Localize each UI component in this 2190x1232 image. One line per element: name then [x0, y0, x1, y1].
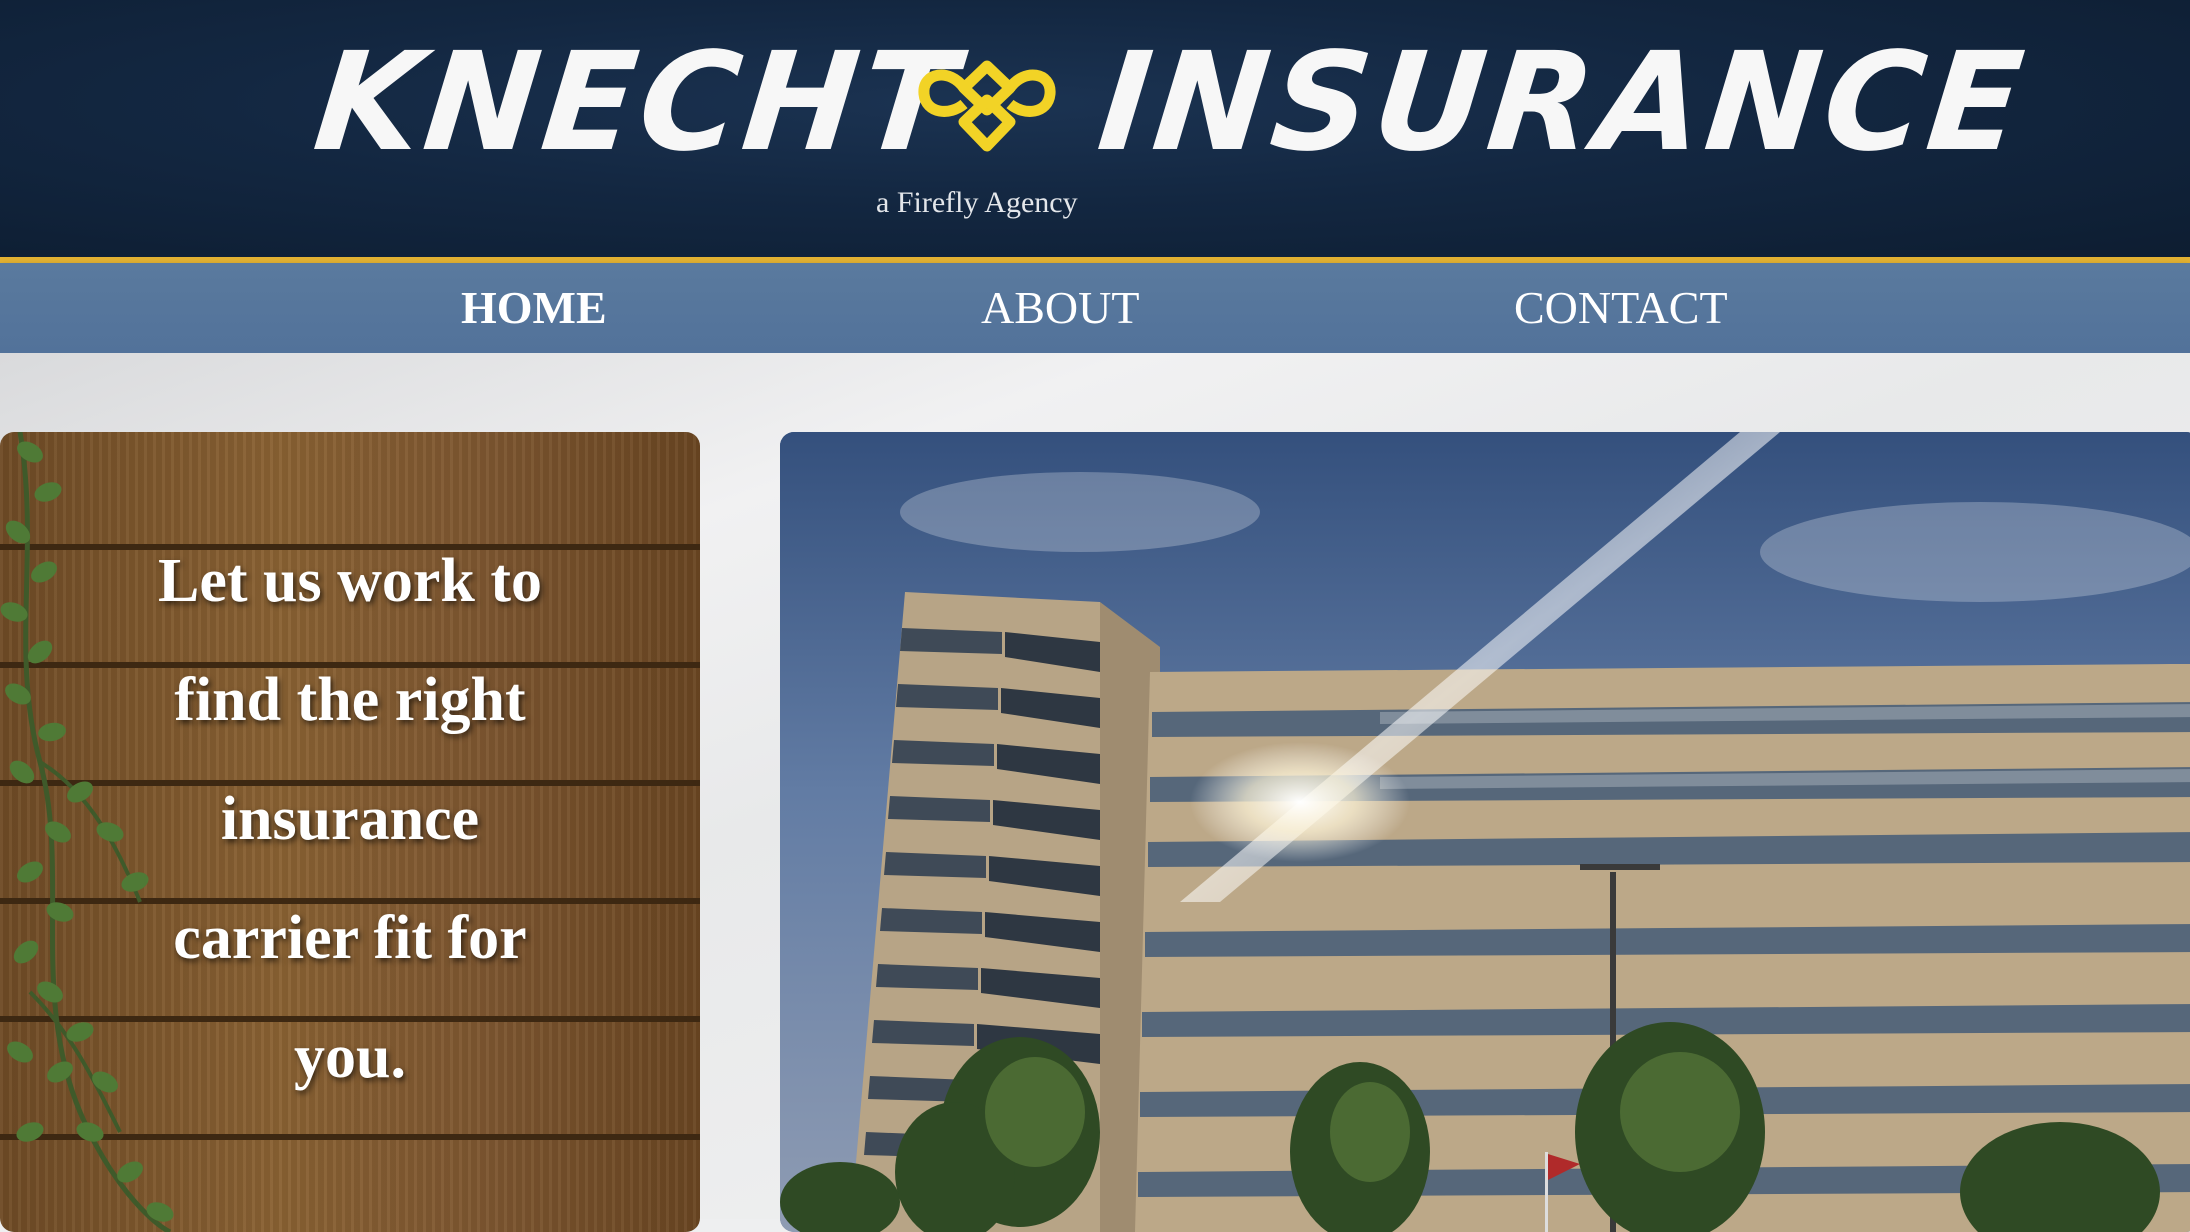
- nav-item-contact[interactable]: CONTACT: [1514, 263, 1728, 353]
- firefly-knot-logo-icon[interactable]: [914, 54, 1060, 156]
- promo-heading: Let us work to find the right insurance …: [90, 522, 610, 1117]
- promo-line: find the right: [174, 666, 526, 734]
- nav-item-home[interactable]: HOME: [461, 263, 607, 353]
- promo-line: you.: [294, 1023, 406, 1091]
- promo-line: insurance: [220, 785, 480, 853]
- tagline: a Firefly Agency: [876, 186, 1078, 219]
- brand-name-right[interactable]: INSURANCE: [1092, 24, 2034, 182]
- promo-line: carrier fit for: [173, 904, 527, 972]
- office-building-photo: [780, 432, 2190, 1232]
- main-nav: HOME ABOUT CONTACT: [0, 263, 2190, 353]
- brand-name-left[interactable]: KNECHT: [308, 24, 967, 182]
- nav-item-about[interactable]: ABOUT: [981, 263, 1139, 353]
- promo-line: Let us work to: [157, 547, 543, 615]
- site-header: KNECHT INSURANCE a Firefly Agency: [0, 0, 2190, 258]
- building-illustration: [780, 432, 2190, 1232]
- promo-card: Let us work to find the right insurance …: [0, 432, 700, 1232]
